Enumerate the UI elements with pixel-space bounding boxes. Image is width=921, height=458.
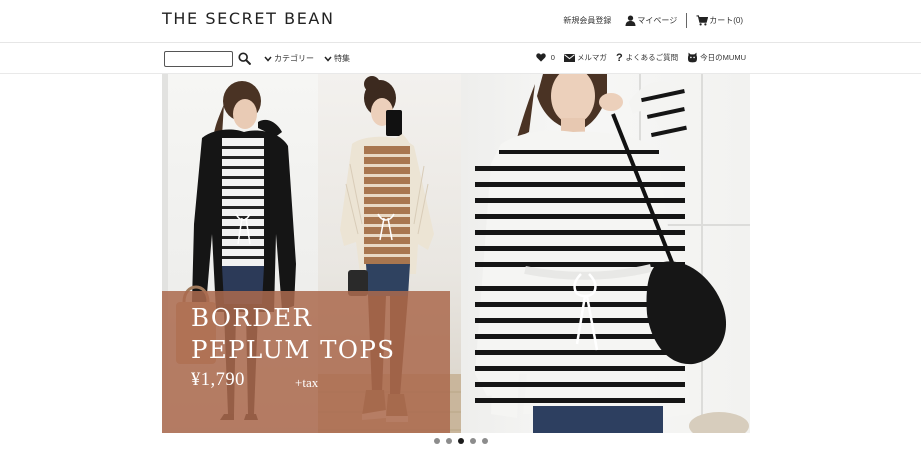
header-divider	[686, 12, 688, 28]
nav-menu: カテゴリー 特集	[264, 53, 360, 64]
nav-utilities: 0 メルマガ ? よくあるご質問 今日のMUMU	[536, 52, 746, 63]
search-input[interactable]	[164, 51, 233, 67]
model-photo-striped-top	[461, 74, 750, 433]
promo-price: ¥1,790	[191, 370, 245, 390]
register-link[interactable]: 新規会員登録	[563, 15, 611, 26]
favorites-link[interactable]: 0	[536, 53, 555, 62]
promo-overlay[interactable]: BORDER PEPLUM TOPS ¥1,790 +tax	[162, 291, 450, 433]
promo-tax: +tax	[295, 375, 319, 390]
mailmag-link[interactable]: メルマガ	[563, 52, 607, 63]
slider-dot[interactable]	[433, 438, 440, 444]
slider-dot[interactable]	[457, 438, 464, 444]
header-links: 新規会員登録 マイページ カート(0)	[563, 12, 743, 28]
question-icon: ?	[615, 51, 623, 64]
slider-dot[interactable]	[469, 438, 476, 444]
today-link[interactable]: 今日のMUMU	[687, 52, 746, 63]
category-menu[interactable]: カテゴリー	[264, 53, 314, 64]
mailmag-label: メルマガ	[576, 53, 607, 62]
search-icon[interactable]	[238, 52, 251, 65]
promo-title-line1: BORDER	[191, 303, 313, 332]
chevron-down-icon	[264, 56, 272, 62]
cat-icon	[688, 52, 698, 63]
faq-label: よくあるご質問	[625, 53, 679, 62]
feature-label: 特集	[334, 54, 350, 63]
cart-label: カート(0)	[709, 15, 743, 25]
mypage-link[interactable]: マイページ	[625, 14, 678, 26]
chevron-down-icon	[324, 56, 332, 62]
promo-title-line2: PEPLUM TOPS	[191, 335, 396, 364]
favorites-count: 0	[550, 53, 555, 62]
hero-banner[interactable]: BORDER PEPLUM TOPS ¥1,790 +tax	[162, 74, 750, 433]
cart-link[interactable]: カート(0)	[696, 14, 743, 26]
feature-menu[interactable]: 特集	[324, 53, 350, 64]
mypage-label: マイページ	[637, 15, 678, 25]
site-logo[interactable]: THE SECRET BEAN	[162, 9, 335, 28]
slider-dot[interactable]	[481, 438, 488, 444]
category-label: カテゴリー	[274, 54, 314, 63]
slider-dot[interactable]	[445, 438, 452, 444]
site-header: THE SECRET BEAN 新規会員登録 マイページ カート(0)	[0, 0, 921, 43]
nav-bar: カテゴリー 特集 0 メルマガ ? よくあるご質問 今日のMUMU	[0, 43, 921, 74]
cart-icon	[696, 14, 709, 25]
heart-icon	[536, 53, 546, 62]
slider-dots	[0, 438, 921, 444]
user-icon	[625, 14, 636, 26]
faq-link[interactable]: ? よくあるご質問	[616, 52, 678, 63]
today-label: 今日のMUMU	[700, 53, 746, 62]
mail-icon	[563, 53, 575, 62]
